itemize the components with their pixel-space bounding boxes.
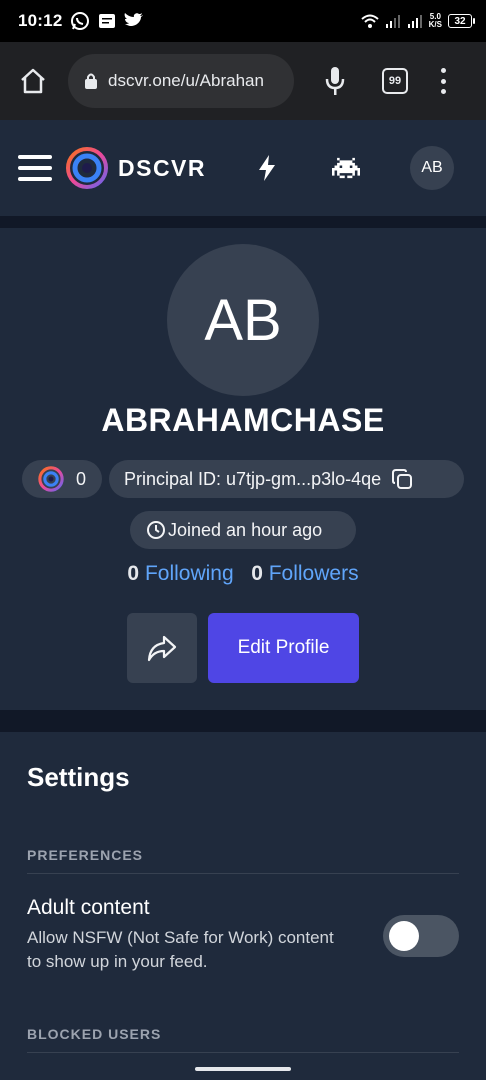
dscvr-points-icon <box>38 466 64 492</box>
microphone-icon <box>325 67 345 95</box>
space-invader-icon[interactable] <box>332 157 361 179</box>
principal-id-chip[interactable]: Principal ID: u7tjp-gm...p3lo-4qe <box>109 460 464 498</box>
user-avatar[interactable]: AB <box>410 146 454 190</box>
settings-title: Settings <box>27 762 130 792</box>
url-text: dscvr.one/u/Abrahan <box>108 71 264 90</box>
profile-card: AB ABRAHAMCHASE 0 Principal ID: u7tjp-gm… <box>0 228 486 710</box>
status-bar: 10:12 5.0 K/S 32 <box>0 0 486 42</box>
principal-id-text: Principal ID: u7tjp-gm...p3lo-4qe <box>124 468 382 489</box>
dot <box>440 68 446 73</box>
share-button[interactable] <box>127 613 197 683</box>
dot <box>440 89 446 94</box>
address-bar[interactable]: dscvr.one/u/Abrahan <box>68 54 294 108</box>
wifi-icon <box>360 14 379 28</box>
divider <box>27 873 459 874</box>
followers-link[interactable]: Followers <box>269 562 359 585</box>
home-indicator[interactable] <box>195 1067 291 1071</box>
message-icon <box>99 14 116 28</box>
divider <box>27 1052 459 1053</box>
follow-stats: 0 Following 0 Followers <box>0 562 486 586</box>
battery-icon: 32 <box>448 14 475 28</box>
avatar-initials: AB <box>421 159 443 176</box>
brand-logo[interactable]: DSCVR <box>66 147 206 189</box>
tab-count: 99 <box>388 75 402 87</box>
following-link[interactable]: Following <box>145 562 234 585</box>
share-icon <box>147 635 177 662</box>
blocked-users-label: BLOCKED USERS <box>27 1026 162 1042</box>
status-time: 10:12 <box>18 11 63 30</box>
browser-menu-button[interactable] <box>438 68 448 94</box>
edit-profile-label: Edit Profile <box>237 637 330 658</box>
preferences-label: PREFERENCES <box>27 847 144 863</box>
lightning-icon[interactable] <box>256 154 278 182</box>
whatsapp-icon <box>71 12 90 30</box>
copy-icon[interactable] <box>391 468 413 490</box>
following-count: 0 <box>127 562 140 585</box>
followers-count: 0 <box>251 562 263 585</box>
home-button[interactable] <box>18 66 48 96</box>
lock-icon <box>85 73 97 89</box>
profile-username: ABRAHAMCHASE <box>101 402 385 438</box>
points-chip: 0 <box>22 460 102 498</box>
network-speed: 5.0 K/S <box>429 13 442 29</box>
voice-search-button[interactable] <box>322 66 348 96</box>
hamburger-menu-icon[interactable] <box>18 155 52 181</box>
signal-icon <box>385 15 400 28</box>
app-header: DSCVR AB <box>0 120 486 216</box>
joined-chip: Joined an hour ago <box>130 511 356 549</box>
section-gap <box>0 710 486 732</box>
dot <box>440 78 446 84</box>
battery-level: 32 <box>454 15 466 27</box>
settings-card: Settings PREFERENCES Adult content Allow… <box>0 732 486 1080</box>
adult-content-label: Adult content <box>27 896 150 919</box>
profile-avatar-initials: AB <box>204 287 282 353</box>
profile-avatar: AB <box>167 244 319 396</box>
brand-name: DSCVR <box>118 154 207 181</box>
home-icon <box>21 68 45 94</box>
signal-icon-2 <box>407 15 422 28</box>
toggle-knob <box>389 921 419 951</box>
edit-profile-button[interactable]: Edit Profile <box>208 613 359 683</box>
clock-icon <box>147 521 165 539</box>
tab-switcher-button[interactable]: 99 <box>382 68 408 94</box>
speed-unit: K/S <box>428 20 442 29</box>
status-right: 5.0 K/S 32 <box>360 13 475 29</box>
notification-icons <box>70 11 144 31</box>
adult-content-description: Allow NSFW (Not Safe for Work) content t… <box>27 928 334 971</box>
joined-text: Joined an hour ago <box>168 519 323 540</box>
browser-toolbar: dscvr.one/u/Abrahan 99 <box>0 42 486 120</box>
points-value: 0 <box>76 468 87 489</box>
section-gap <box>0 216 486 228</box>
dscvr-logo-icon <box>66 147 108 189</box>
adult-content-toggle[interactable] <box>383 915 459 957</box>
twitter-icon <box>125 12 144 26</box>
